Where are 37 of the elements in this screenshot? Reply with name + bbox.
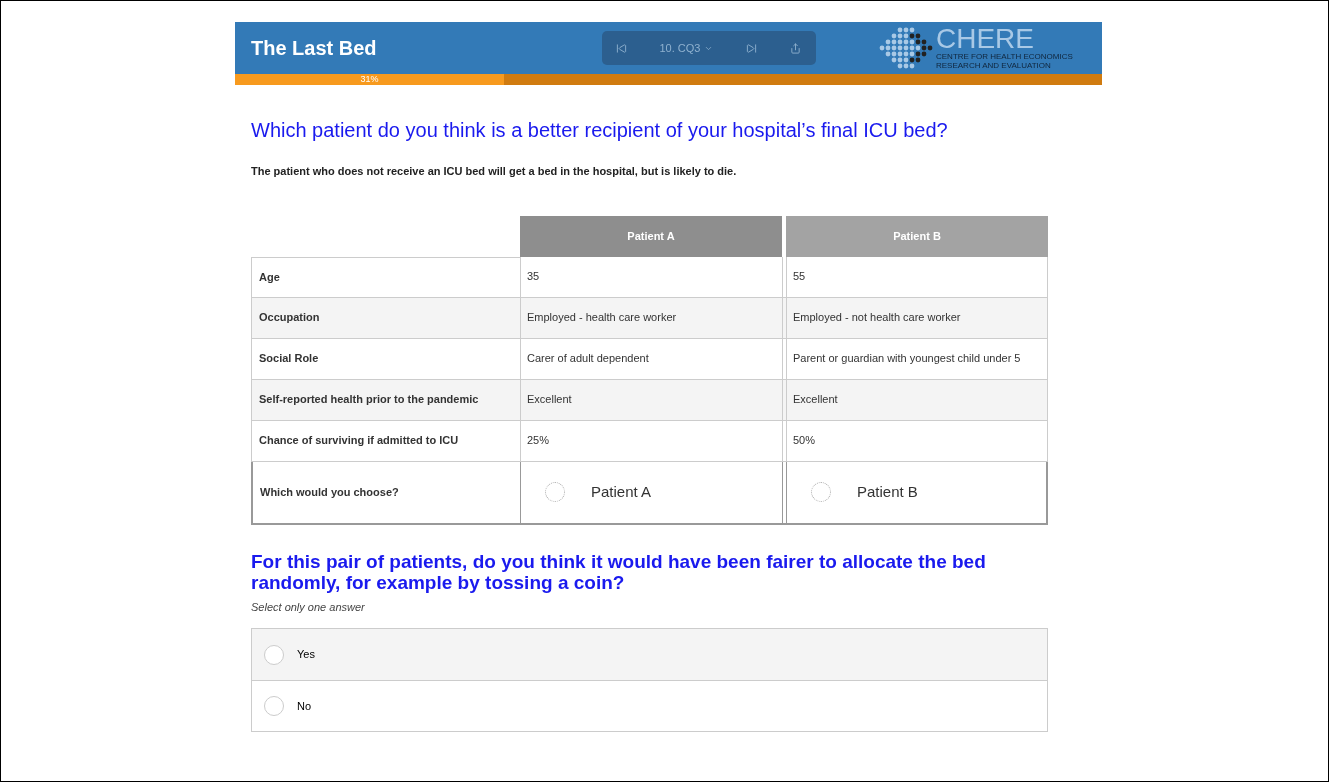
column-header: Patient A xyxy=(520,215,782,257)
progress-label: 31% xyxy=(360,75,379,84)
question-title: For this pair of patients, do you think it would have been fairer to allocate the bed randomly, for example by tossing a coin? xyxy=(251,550,987,593)
table-cell: 35 xyxy=(520,256,782,298)
row-label: Self-reported health prior to the pandemic xyxy=(251,379,520,421)
table-cell: Employed - not health care worker xyxy=(786,297,1048,339)
table-cell: Excellent xyxy=(520,379,782,421)
app-title: The Last Bed xyxy=(251,36,378,61)
answer-hint: Select only one answer xyxy=(251,599,366,615)
question-title: Which patient do you think is a better recipient of your hospital’s final ICU bed? xyxy=(251,118,949,143)
row-label: Chance of surviving if admitted to ICU xyxy=(251,420,520,462)
radio-button[interactable] xyxy=(264,644,284,665)
table-cell: Excellent xyxy=(786,379,1048,421)
share-icon[interactable] xyxy=(790,42,802,54)
row-label: Age xyxy=(251,256,520,298)
row-label: Social Role xyxy=(251,338,520,380)
logo-subtitle: CENTRE FOR HEALTH ECONOMICS xyxy=(936,52,1073,61)
row-label: Which would you choose? xyxy=(251,461,520,525)
first-page-icon[interactable] xyxy=(615,42,627,54)
table-cell: Parent or guardian with youngest child under 5 xyxy=(786,338,1048,380)
logo-subtitle: RESEARCH AND EVALUATION xyxy=(936,61,1052,70)
radio-button[interactable] xyxy=(264,696,284,716)
last-page-icon[interactable] xyxy=(746,42,758,54)
choice-option[interactable]: Patient A xyxy=(520,461,782,525)
table-cell: Employed - health care worker xyxy=(520,297,782,339)
table-cell: Carer of adult dependent xyxy=(520,338,782,380)
table-cell: 50% xyxy=(786,420,1048,462)
answer-option[interactable]: Yes xyxy=(252,629,1047,680)
radio-button[interactable] xyxy=(811,482,831,502)
question-note: The patient who does not receive an ICU bed will get a bed in the hospital, but is likely to die. xyxy=(251,164,738,179)
row-label: Occupation xyxy=(251,297,520,339)
choice-option[interactable]: Patient B xyxy=(786,461,1048,525)
radio-button[interactable] xyxy=(545,482,565,502)
table-cell: 25% xyxy=(520,420,782,462)
table-cell: 55 xyxy=(786,256,1048,298)
column-header: Patient B xyxy=(786,215,1048,257)
logo-name: CHERE xyxy=(936,26,1035,52)
